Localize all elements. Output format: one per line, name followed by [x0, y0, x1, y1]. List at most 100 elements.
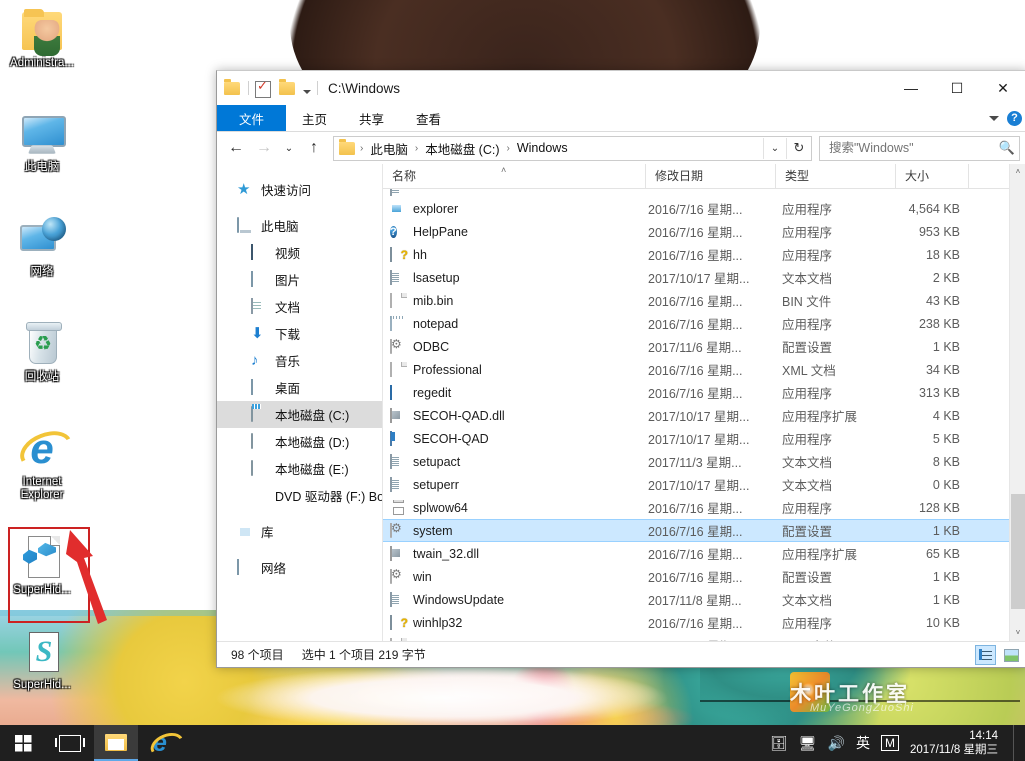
ime-language-icon[interactable]: 英	[856, 733, 870, 753]
sidebar-item-network[interactable]: 网络	[217, 554, 382, 581]
address-dropdown-icon[interactable]: ⌄	[763, 138, 786, 159]
table-row[interactable]: setupact2017/11/3 星期...文本文档8 KB	[383, 450, 1025, 473]
hh-file-icon	[390, 615, 406, 631]
sidebar-item-this-pc[interactable]: 此电脑	[217, 212, 382, 239]
tab-share[interactable]: 共享	[343, 105, 400, 131]
breadcrumb-separator[interactable]: ›	[357, 143, 366, 154]
sidebar-item-documents[interactable]: 文档	[217, 293, 382, 320]
desktop-icon-this-pc[interactable]: 此电脑	[4, 110, 80, 174]
table-row[interactable]: WMSysPr9.prx2016/7/16 星期...PRX 文件310 KB	[383, 634, 1025, 641]
tab-view[interactable]: 查看	[400, 105, 457, 131]
search-box[interactable]: 🔍	[819, 136, 1020, 161]
table-row[interactable]: WindowsUpdate2017/11/8 星期...文本文档1 KB	[383, 588, 1025, 611]
table-row[interactable]: setuperr2017/10/17 星期...文本文档0 KB	[383, 473, 1025, 496]
show-desktop-button[interactable]	[1013, 725, 1021, 761]
tab-file[interactable]: 文件	[217, 105, 286, 131]
column-header-name[interactable]: 名称	[383, 164, 646, 188]
sidebar-item-pictures[interactable]: 图片	[217, 266, 382, 293]
search-input[interactable]	[827, 140, 999, 156]
address-bar[interactable]: › 此电脑 › 本地磁盘 (C:) › Windows ⌄ ↻	[333, 136, 812, 161]
table-row[interactable]: win2016/7/16 星期...配置设置1 KB	[383, 565, 1025, 588]
tab-home[interactable]: 主页	[286, 105, 343, 131]
large-icons-view-icon[interactable]	[1000, 645, 1021, 665]
recent-locations-button[interactable]: ⌄	[279, 135, 299, 161]
forward-button[interactable]: →	[251, 135, 277, 161]
breadcrumb-separator[interactable]: ›	[504, 143, 513, 154]
taskbar-file-explorer[interactable]	[94, 725, 138, 761]
sidebar-item-desktop[interactable]: 桌面	[217, 374, 382, 401]
folder-icon[interactable]	[224, 79, 242, 97]
table-row[interactable]: splwow642016/7/16 星期...应用程序128 KB	[383, 496, 1025, 519]
table-row[interactable]	[383, 189, 1025, 197]
breadcrumb-separator[interactable]: ›	[412, 143, 421, 154]
file-rows[interactable]: explorer2016/7/16 星期...应用程序4,564 KB?Help…	[383, 189, 1025, 641]
table-row[interactable]: ODBC2017/11/6 星期...配置设置1 KB	[383, 335, 1025, 358]
file-type: 应用程序扩展	[776, 406, 896, 425]
scrollbar-thumb[interactable]	[1011, 494, 1025, 609]
task-view-button[interactable]	[46, 725, 94, 761]
table-row[interactable]: twain_32.dll2016/7/16 星期...应用程序扩展65 KB	[383, 542, 1025, 565]
column-header-size[interactable]: 大小	[896, 164, 969, 188]
help-icon[interactable]: ?	[1007, 111, 1022, 126]
up-button[interactable]: ↑	[301, 135, 327, 161]
table-row[interactable]: mib.bin2016/7/16 星期...BIN 文件43 KB	[383, 289, 1025, 312]
ime-mode-icon[interactable]: M	[881, 735, 899, 751]
desktop-icon-administrator[interactable]: Administra...	[4, 6, 80, 70]
properties-icon[interactable]	[255, 79, 273, 97]
table-row[interactable]: winhlp322016/7/16 星期...应用程序10 KB	[383, 611, 1025, 634]
quick-access-toolbar[interactable]	[217, 79, 318, 97]
safely-remove-icon[interactable]: 🗄	[770, 735, 788, 752]
desktop-icon-recycle-bin[interactable]: 回收站	[4, 320, 80, 384]
sidebar-item-quick-access[interactable]: ★ 快速访问	[217, 176, 382, 203]
minimize-button[interactable]: —	[888, 71, 934, 105]
table-row[interactable]: Professional2016/7/16 星期...XML 文档34 KB	[383, 358, 1025, 381]
sidebar-item-downloads[interactable]: ⬇ 下载	[217, 320, 382, 347]
table-row[interactable]: explorer2016/7/16 星期...应用程序4,564 KB	[383, 197, 1025, 220]
notepad-file-icon	[390, 316, 406, 332]
sidebar-item-local-disk-c[interactable]: 本地磁盘 (C:)	[217, 401, 382, 428]
table-row[interactable]: SECOH-QAD.dll2017/10/17 星期...应用程序扩展4 KB	[383, 404, 1025, 427]
scroll-down-button[interactable]: ˅	[1010, 625, 1025, 641]
desktop-icon-superhide-exe[interactable]: SuperHid...	[4, 533, 80, 597]
table-row[interactable]: SECOH-QAD2017/10/17 星期...应用程序5 KB	[383, 427, 1025, 450]
table-row[interactable]: notepad2016/7/16 星期...应用程序238 KB	[383, 312, 1025, 335]
start-button[interactable]	[0, 725, 46, 761]
column-header-date[interactable]: 修改日期	[646, 164, 776, 188]
sidebar-item-local-disk-e[interactable]: 本地磁盘 (E:)	[217, 455, 382, 482]
sidebar-item-videos[interactable]: 视频	[217, 239, 382, 266]
sidebar-item-local-disk-d[interactable]: 本地磁盘 (D:)	[217, 428, 382, 455]
back-button[interactable]: ←	[223, 135, 249, 161]
clock[interactable]: 14:14 2017/11/8 星期三	[910, 729, 1002, 757]
desktop-icon-superhide-doc[interactable]: S SuperHid...	[4, 628, 80, 692]
table-row[interactable]: ?HelpPane2016/7/16 星期...应用程序953 KB	[383, 220, 1025, 243]
sidebar-item-libraries[interactable]: 库	[217, 518, 382, 545]
breadcrumb-item-local-disk-c[interactable]: 本地磁盘 (C:)	[423, 139, 501, 158]
close-button[interactable]: ✕	[980, 71, 1025, 105]
vertical-scrollbar[interactable]: ˄ ˅	[1009, 164, 1025, 641]
chevron-down-icon[interactable]	[989, 116, 999, 121]
desktop-icon-internet-explorer[interactable]: e Internet Explorer	[4, 425, 80, 502]
table-row[interactable]: regedit2016/7/16 星期...应用程序313 KB	[383, 381, 1025, 404]
taskbar-internet-explorer[interactable]: e	[138, 725, 182, 761]
sidebar-item-music[interactable]: ♪ 音乐	[217, 347, 382, 374]
table-row[interactable]: system2016/7/16 星期...配置设置1 KB	[383, 519, 1025, 542]
network-icon[interactable]: 🖥	[799, 735, 817, 752]
app-file-icon	[390, 431, 406, 447]
column-header-type[interactable]: 类型	[776, 164, 896, 188]
scroll-up-button[interactable]: ˄	[1010, 164, 1025, 180]
maximize-button[interactable]: ☐	[934, 71, 980, 105]
customize-caret-icon[interactable]	[303, 90, 311, 94]
window-titlebar[interactable]: C:\Windows — ☐ ✕	[217, 71, 1025, 105]
file-name: WindowsUpdate	[413, 593, 504, 607]
table-row[interactable]: lsasetup2017/10/17 星期...文本文档2 KB	[383, 266, 1025, 289]
sidebar-item-dvd-drive-f[interactable]: DVD 驱动器 (F:) Bo	[217, 482, 382, 509]
volume-icon[interactable]: 🔊	[828, 735, 845, 752]
table-row[interactable]: hh2016/7/16 星期...应用程序18 KB	[383, 243, 1025, 266]
new-folder-icon[interactable]	[279, 79, 297, 97]
details-view-icon[interactable]	[975, 645, 996, 665]
breadcrumb-item-this-pc[interactable]: 此电脑	[368, 139, 410, 158]
refresh-icon[interactable]: ↻	[786, 138, 811, 159]
search-icon[interactable]: 🔍	[999, 140, 1015, 156]
desktop-icon-network[interactable]: 网络	[4, 215, 80, 279]
breadcrumb-item-windows[interactable]: Windows	[515, 141, 570, 155]
